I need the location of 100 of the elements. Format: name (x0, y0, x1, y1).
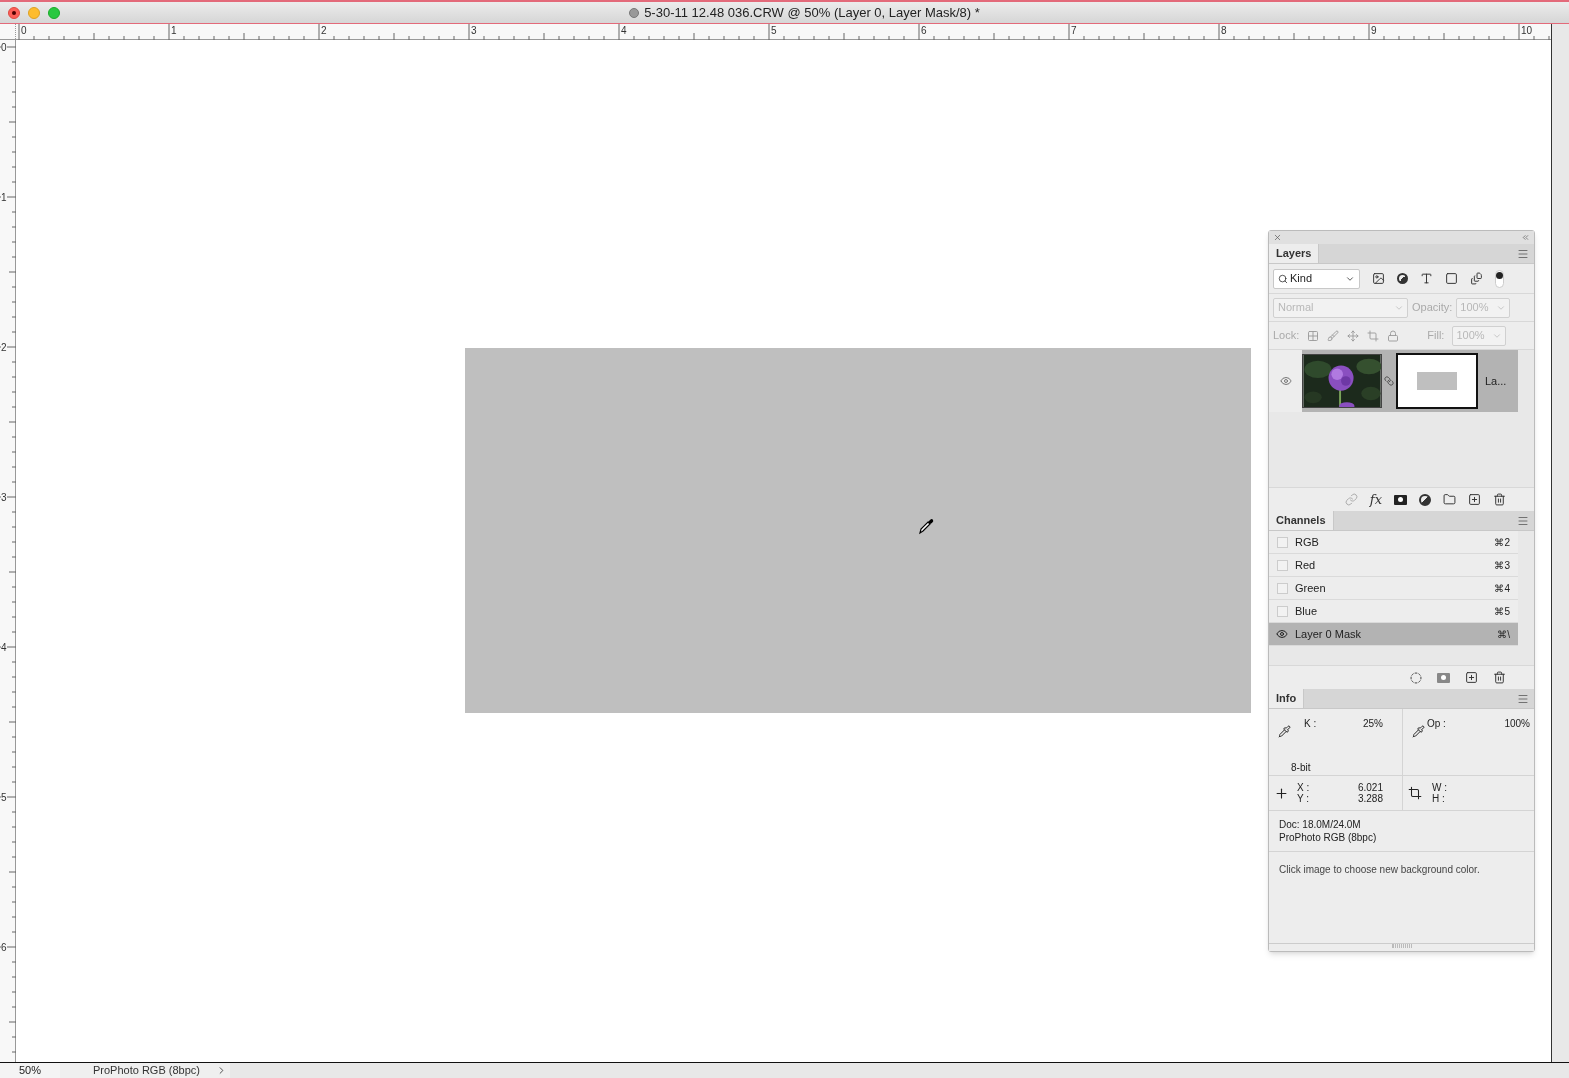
trash-icon[interactable] (1493, 493, 1506, 506)
channel-shortcut: ⌘4 (1494, 581, 1510, 596)
layer-mask-thumbnail[interactable] (1396, 353, 1478, 409)
ruler-label: 0 (1, 42, 7, 53)
channel-row[interactable]: Red ⌘3 (1269, 554, 1518, 577)
type-filter-icon[interactable] (1420, 272, 1433, 285)
fill-label: Fill: (1427, 328, 1445, 344)
ruler-label: 10 (1521, 25, 1533, 36)
eyedropper-cursor-icon (918, 517, 934, 535)
add-mask-icon[interactable] (1394, 494, 1407, 505)
layer-name[interactable]: La... (1485, 372, 1507, 390)
channel-shortcut: ⌘5 (1494, 604, 1510, 619)
ruler-label: 4 (621, 25, 627, 36)
panel-menu-icon[interactable] (1517, 247, 1529, 260)
opacity-label: Opacity: (1412, 300, 1453, 316)
ruler-label: 1 (1, 192, 7, 203)
channel-name[interactable]: RGB (1295, 533, 1495, 551)
window-title: 5-30-11 12.48 036.CRW @ 50% (Layer 0, Layer Mask/8) * (644, 3, 980, 22)
visibility-checkbox[interactable] (1276, 559, 1288, 571)
fx-icon[interactable]: fx (1369, 489, 1382, 510)
info-label: X : (1297, 782, 1310, 793)
channels-tab[interactable]: Channels (1269, 511, 1334, 530)
ruler-label: 4 (1, 642, 7, 653)
info-tab[interactable]: Info (1269, 689, 1305, 708)
channel-name[interactable]: Green (1295, 579, 1495, 597)
link-icon[interactable] (1384, 376, 1394, 386)
link-layers-icon[interactable] (1344, 493, 1358, 506)
zoom-level-field[interactable]: 50% (0, 1063, 60, 1078)
filter-toggle-switch[interactable] (1495, 269, 1504, 288)
info-value: 3.288 (1357, 793, 1383, 804)
adjustment-filter-icon[interactable] (1397, 273, 1408, 284)
channel-name[interactable]: Red (1295, 556, 1495, 574)
document-size: Doc: 18.0M/24.0M (1279, 818, 1362, 831)
search-icon (1278, 273, 1288, 284)
ruler-label: 3 (471, 25, 477, 36)
info-label: H : (1432, 793, 1446, 804)
layers-tab[interactable]: Layers (1269, 244, 1320, 263)
info-label: Op : (1427, 717, 1446, 731)
channel-shortcut: ⌘2 (1494, 535, 1510, 550)
move-icon[interactable] (1347, 329, 1360, 342)
minimize-window-button[interactable] (28, 6, 40, 19)
info-value: 6.021 (1357, 782, 1383, 793)
ruler-label: 5 (771, 25, 777, 36)
ruler-label: 2 (1, 342, 7, 353)
channel-name[interactable]: Layer 0 Mask (1295, 625, 1498, 643)
info-label: Y : (1297, 793, 1310, 804)
ruler-label: 9 (1371, 25, 1377, 36)
dimensions-icon (1408, 786, 1422, 800)
ruler-label: 7 (1071, 25, 1077, 36)
ruler-label: 8 (1221, 25, 1227, 36)
new-channel-icon[interactable] (1465, 671, 1478, 684)
layer-row[interactable]: La... (1269, 350, 1518, 412)
info-label: K : (1304, 717, 1317, 731)
crosshair-icon (1274, 785, 1289, 801)
channel-row[interactable]: Green ⌘4 (1269, 577, 1518, 600)
info-value: 100% (1504, 717, 1530, 731)
brush-icon[interactable] (1327, 329, 1340, 342)
adjustment-layer-icon[interactable] (1419, 493, 1431, 506)
channel-row[interactable]: Layer 0 Mask ⌘\ (1269, 623, 1518, 646)
lock-icon[interactable] (1387, 329, 1400, 342)
save-selection-icon[interactable] (1437, 672, 1450, 683)
ruler-label: 0 (21, 25, 27, 36)
panel-menu-icon[interactable] (1517, 692, 1529, 705)
color-profile: ProPhoto RGB (8bpc) (1279, 831, 1378, 844)
folder-icon[interactable] (1443, 493, 1456, 506)
lock-pixels-icon[interactable] (1307, 329, 1320, 342)
info-value: 25% (1363, 717, 1383, 731)
close-icon[interactable] (1273, 233, 1282, 242)
ruler-label: 5 (1, 792, 7, 803)
ruler-label: 2 (321, 25, 327, 36)
ruler-label: 6 (921, 25, 927, 36)
channel-row[interactable]: RGB ⌘2 (1269, 531, 1518, 554)
eyedropper-icon (1412, 725, 1425, 738)
info-hint: Click image to choose new background color. (1279, 864, 1480, 875)
eye-icon[interactable] (1279, 375, 1292, 387)
filter-kind-dropdown[interactable]: Kind (1273, 268, 1360, 289)
eye-icon[interactable] (1276, 628, 1288, 640)
channel-row[interactable]: Blue ⌘5 (1269, 600, 1518, 623)
ruler-label: 3 (1, 492, 7, 503)
new-layer-icon[interactable] (1468, 493, 1481, 506)
close-window-button[interactable] (8, 6, 20, 19)
collapse-icon[interactable] (1521, 233, 1530, 242)
eyedropper-icon (1278, 725, 1291, 738)
channel-name[interactable]: Blue (1295, 602, 1495, 620)
shape-filter-icon[interactable] (1445, 272, 1458, 285)
smart-object-filter-icon[interactable] (1470, 272, 1483, 285)
panel-menu-icon[interactable] (1517, 514, 1529, 527)
zoom-window-button[interactable] (48, 6, 60, 19)
bit-depth-label: 8-bit (1291, 761, 1311, 775)
visibility-checkbox[interactable] (1276, 536, 1288, 548)
image-filter-icon[interactable] (1372, 272, 1385, 285)
visibility-checkbox[interactable] (1276, 605, 1288, 617)
selection-icon[interactable] (1410, 671, 1422, 684)
resize-grip[interactable] (1391, 944, 1412, 948)
crop-icon[interactable] (1367, 329, 1380, 342)
trash-icon[interactable] (1493, 671, 1506, 684)
channel-shortcut: ⌘\ (1497, 627, 1510, 642)
document-profile: ProPhoto RGB (8bpc) (60, 1063, 230, 1078)
document-icon (629, 7, 640, 18)
visibility-checkbox[interactable] (1276, 582, 1288, 594)
